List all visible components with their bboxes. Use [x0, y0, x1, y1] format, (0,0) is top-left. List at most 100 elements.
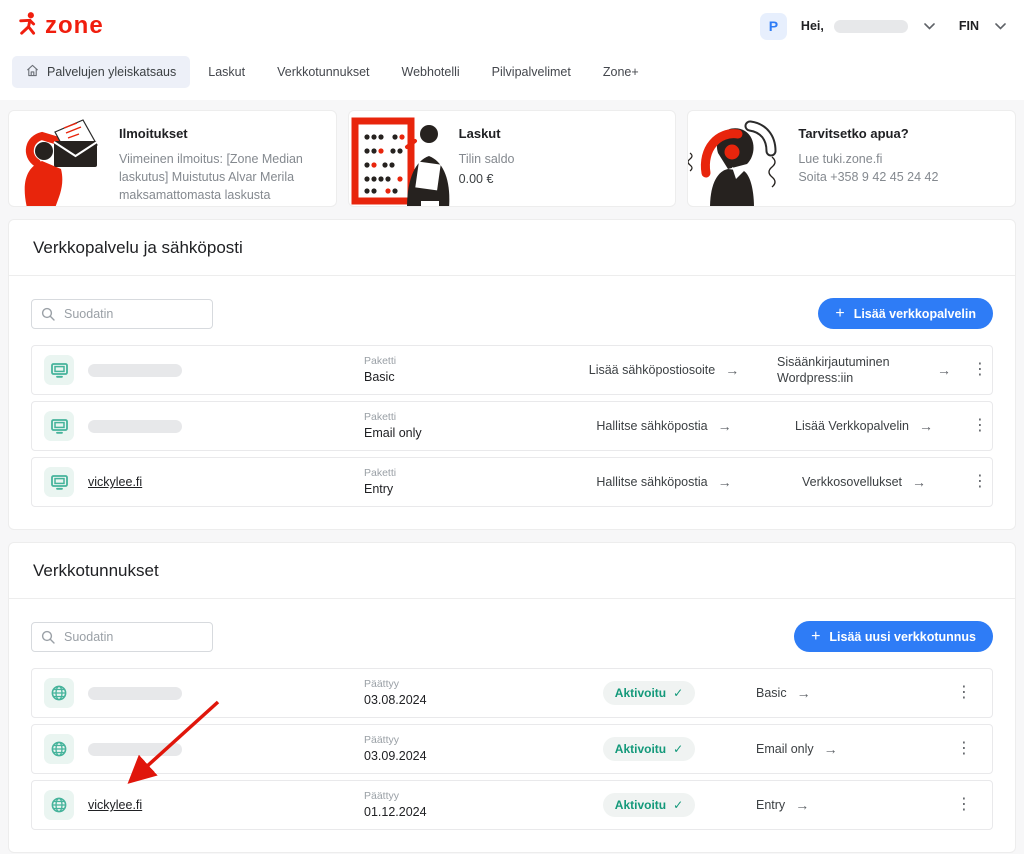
- tab-verkkotunnukset[interactable]: Verkkotunnukset: [263, 57, 383, 87]
- arrow-right-icon: →: [795, 797, 809, 813]
- globe-icon: [44, 678, 74, 708]
- domain-package-link[interactable]: Basic →: [756, 685, 811, 701]
- tab-label: Palvelujen yleiskatsaus: [47, 65, 176, 79]
- arrow-right-icon: →: [718, 474, 732, 490]
- expiry-label: Päättyy: [364, 733, 564, 748]
- service-row[interactable]: Paketti Email only Hallitse sähköpostia …: [31, 401, 993, 451]
- card-title: Laskut: [459, 126, 515, 141]
- plus-icon: +: [835, 306, 844, 322]
- page-content: Ilmoitukset Viimeinen ilmoitus: [Zone Me…: [0, 100, 1024, 853]
- add-email-address-link[interactable]: Lisää sähköpostiosoite →: [589, 362, 739, 378]
- package-value: Email only: [364, 425, 564, 442]
- package-label: Paketti: [364, 354, 564, 369]
- package-label: Paketti: [364, 410, 564, 425]
- kebab-menu-icon[interactable]: ⋮: [964, 416, 996, 436]
- top-header: zone P Hei, FIN: [0, 0, 1024, 52]
- chevron-down-icon[interactable]: [924, 17, 935, 35]
- check-icon: ✓: [673, 742, 683, 756]
- language-selector[interactable]: FIN: [959, 19, 979, 33]
- arrow-right-icon: →: [937, 362, 951, 378]
- expiry-label: Päättyy: [364, 789, 564, 804]
- service-domain-link[interactable]: vickylee.fi: [88, 475, 142, 489]
- tab-laskut[interactable]: Laskut: [194, 57, 259, 87]
- services-panel: Verkkopalvelu ja sähköposti + Lisää verk…: [8, 219, 1016, 530]
- status-badge: Aktivoitu ✓: [603, 681, 695, 705]
- domains-title: Verkkotunnukset: [9, 543, 1015, 599]
- arrow-right-icon: →: [725, 362, 739, 378]
- package-value: Entry: [364, 481, 564, 498]
- tab-label: Pilvipalvelimet: [492, 65, 571, 79]
- tab-zone-plus[interactable]: Zone+: [589, 57, 653, 87]
- tab-palvelujen-yleiskatsaus[interactable]: Palvelujen yleiskatsaus: [12, 56, 190, 88]
- tab-label: Verkkotunnukset: [277, 65, 369, 79]
- arrow-right-icon: →: [912, 474, 926, 490]
- expiry-date: 03.08.2024: [364, 692, 564, 709]
- kebab-menu-icon[interactable]: ⋮: [964, 472, 996, 492]
- redacted-domain-name: [88, 687, 182, 700]
- tab-label: Zone+: [603, 65, 639, 79]
- check-icon: ✓: [673, 686, 683, 700]
- invoices-card[interactable]: Laskut Tilin saldo 0.00 €: [348, 110, 677, 207]
- domain-link-vickylee[interactable]: vickylee.fi: [88, 798, 142, 812]
- card-title: Ilmoitukset: [119, 126, 324, 141]
- expiry-label: Päättyy: [364, 677, 564, 692]
- help-link: Lue tuki.zone.fi: [798, 150, 938, 168]
- redacted-domain-name: [88, 364, 182, 377]
- chevron-down-icon[interactable]: [995, 17, 1006, 35]
- help-illustration: [688, 111, 792, 206]
- manage-email-link[interactable]: Hallitse sähköpostia →: [596, 474, 731, 490]
- services-filter: [31, 299, 213, 329]
- globe-icon: [44, 790, 74, 820]
- notifications-illustration: [9, 111, 113, 206]
- tab-label: Webhotelli: [402, 65, 460, 79]
- domains-filter-input[interactable]: [31, 622, 213, 652]
- services-title: Verkkopalvelu ja sähköposti: [9, 220, 1015, 276]
- domain-row[interactable]: Päättyy 03.08.2024 Aktivoitu ✓ Basic →: [31, 668, 993, 718]
- home-icon: [26, 64, 39, 80]
- expiry-date: 01.12.2024: [364, 804, 564, 821]
- avatar[interactable]: P: [760, 13, 787, 40]
- help-card[interactable]: Tarvitsetko apua? Lue tuki.zone.fi Soita…: [687, 110, 1016, 207]
- package-label: Paketti: [364, 466, 564, 481]
- manage-email-link[interactable]: Hallitse sähköpostia →: [596, 418, 731, 434]
- add-webserver-link[interactable]: Lisää Verkkopalvelin →: [795, 418, 933, 434]
- domains-panel: Verkkotunnukset + Lisää uusi verkkotunnu…: [8, 542, 1016, 853]
- globe-icon: [44, 734, 74, 764]
- tab-webhotelli[interactable]: Webhotelli: [388, 57, 474, 87]
- arrow-right-icon: →: [797, 685, 811, 701]
- card-text: Viimeinen ilmoitus: [Zone Median laskutu…: [119, 150, 324, 204]
- balance-value: 0.00 €: [459, 170, 515, 188]
- card-title: Tarvitsetko apua?: [798, 126, 938, 141]
- domain-package-link[interactable]: Entry →: [756, 797, 809, 813]
- wordpress-login-link[interactable]: Sisäänkirjautuminen Wordpress:iin →: [777, 354, 951, 387]
- domain-row[interactable]: Päättyy 03.09.2024 Aktivoitu ✓ Email onl…: [31, 724, 993, 774]
- runner-icon: [18, 11, 40, 42]
- domain-row[interactable]: vickylee.fi Päättyy 01.12.2024 Aktivoitu…: [31, 780, 993, 830]
- kebab-menu-icon[interactable]: ⋮: [948, 739, 980, 759]
- balance-label: Tilin saldo: [459, 150, 515, 168]
- arrow-right-icon: →: [824, 741, 838, 757]
- domain-package-link[interactable]: Email only →: [756, 741, 838, 757]
- services-filter-input[interactable]: [31, 299, 213, 329]
- zone-logo[interactable]: zone: [18, 11, 104, 42]
- status-badge: Aktivoitu ✓: [603, 793, 695, 817]
- tab-label: Laskut: [208, 65, 245, 79]
- kebab-menu-icon[interactable]: ⋮: [948, 683, 980, 703]
- notifications-card[interactable]: Ilmoitukset Viimeinen ilmoitus: [Zone Me…: [8, 110, 337, 207]
- add-domain-button[interactable]: + Lisää uusi verkkotunnus: [794, 621, 993, 652]
- domains-filter: [31, 622, 213, 652]
- service-row[interactable]: Paketti Basic Lisää sähköpostiosoite → S…: [31, 345, 993, 395]
- arrow-right-icon: →: [718, 418, 732, 434]
- webhosting-icon: [44, 355, 74, 385]
- main-nav: Palvelujen yleiskatsaus Laskut Verkkotun…: [0, 52, 1024, 100]
- web-applications-link[interactable]: Verkkosovellukset →: [802, 474, 926, 490]
- expiry-date: 03.09.2024: [364, 748, 564, 765]
- kebab-menu-icon[interactable]: ⋮: [964, 360, 996, 380]
- redacted-username: [834, 20, 908, 33]
- status-badge: Aktivoitu ✓: [603, 737, 695, 761]
- add-webserver-button[interactable]: + Lisää verkkopalvelin: [818, 298, 993, 329]
- kebab-menu-icon[interactable]: ⋮: [948, 795, 980, 815]
- logo-wordmark: zone: [45, 14, 104, 38]
- tab-pilvipalvelimet[interactable]: Pilvipalvelimet: [478, 57, 585, 87]
- service-row[interactable]: vickylee.fi Paketti Entry Hallitse sähkö…: [31, 457, 993, 507]
